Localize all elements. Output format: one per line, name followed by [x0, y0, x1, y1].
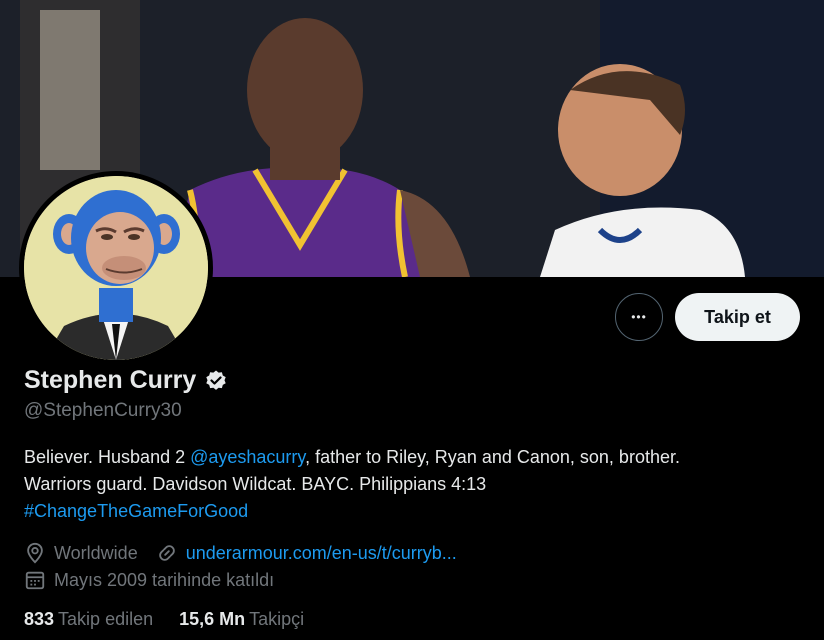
bio-text: Believer. Husband 2: [24, 447, 191, 467]
bio-line-2: Warriors guard. Davidson Wildcat. BAYC. …: [24, 474, 487, 494]
profile-bio: Believer. Husband 2 @ayeshacurry, father…: [24, 444, 804, 525]
bio-hashtag-link[interactable]: #ChangeTheGameForGood: [24, 498, 804, 525]
profile-handle: @StephenCurry30: [24, 400, 182, 421]
follow-button[interactable]: Takip et: [675, 293, 800, 341]
followers-stat[interactable]: 15,6 Mn Takipçi: [179, 609, 304, 630]
follow-button-label: Takip et: [704, 306, 771, 327]
verified-badge-icon[interactable]: [204, 369, 228, 393]
profile-location: Worldwide: [54, 542, 138, 563]
calendar-icon: [24, 569, 46, 591]
bio-mention-link[interactable]: @ayeshacurry: [190, 447, 305, 467]
profile-joined-date: Mayıs 2009 tarihinde katıldı: [54, 569, 275, 590]
profile-avatar[interactable]: [19, 171, 213, 365]
profile-website-link[interactable]: underarmour.com/en-us/t/curryb...: [186, 543, 457, 564]
more-options-button[interactable]: •••: [615, 293, 663, 341]
link-icon: [156, 542, 178, 564]
bio-line-1: Believer. Husband 2 @ayeshacurry, father…: [24, 444, 804, 471]
followers-count: 15,6 Mn: [179, 609, 246, 629]
following-count: 833: [24, 609, 55, 629]
avatar-image: [24, 176, 208, 360]
bio-text: , father to Riley, Ryan and Canon, son, …: [305, 447, 680, 467]
profile-name-row: Stephen Curry: [24, 366, 228, 395]
profile-stats: 833 Takip edilen 15,6 Mn Takipçi: [24, 609, 330, 630]
following-label: Takip edilen: [58, 609, 154, 629]
more-dots-icon: •••: [631, 310, 647, 324]
profile-name: Stephen Curry: [24, 366, 197, 394]
profile-meta-row: Mayıs 2009 tarihinde katıldı: [24, 569, 274, 591]
location-pin-icon: [24, 542, 46, 564]
following-stat[interactable]: 833 Takip edilen: [24, 609, 153, 630]
profile-meta-row: Worldwide underarmour.com/en-us/t/curryb…: [24, 542, 457, 564]
followers-label: Takipçi: [249, 609, 305, 629]
